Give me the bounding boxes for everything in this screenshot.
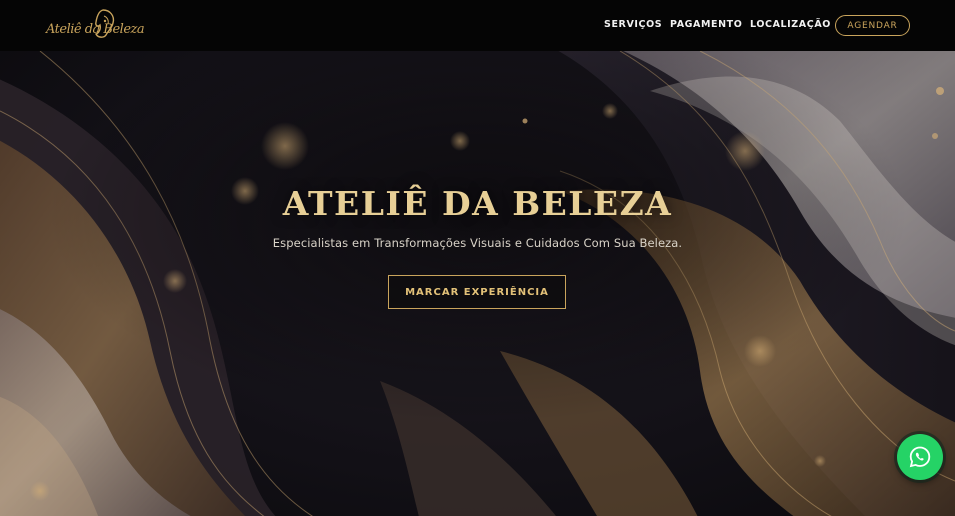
nav-link-pagamento[interactable]: PAGAMENTO xyxy=(670,19,742,30)
logo-portrait-icon xyxy=(95,9,115,38)
whatsapp-icon xyxy=(909,446,931,468)
brand-logo[interactable]: Ateliê da Beleza xyxy=(44,7,145,43)
agendar-button[interactable]: AGENDAR xyxy=(835,15,910,36)
nav-link-localizacao[interactable]: LOCALIZAÇÃO xyxy=(750,19,831,30)
hero-title: ATELIÊ DA BELEZA xyxy=(282,184,673,223)
site-header: Ateliê da Beleza SERVIÇOS PAGAMENTO LOCA… xyxy=(0,0,955,51)
page: Ateliê da Beleza SERVIÇOS PAGAMENTO LOCA… xyxy=(0,0,955,516)
nav-link-servicos[interactable]: SERVIÇOS xyxy=(604,19,662,30)
hero-section: ATELIÊ DA BELEZA Especialistas em Transf… xyxy=(0,51,955,516)
marcar-experiencia-button[interactable]: MARCAR EXPERIÊNCIA xyxy=(388,275,566,309)
whatsapp-button[interactable] xyxy=(897,434,943,480)
hero-subtitle: Especialistas em Transformações Visuais … xyxy=(272,236,683,250)
